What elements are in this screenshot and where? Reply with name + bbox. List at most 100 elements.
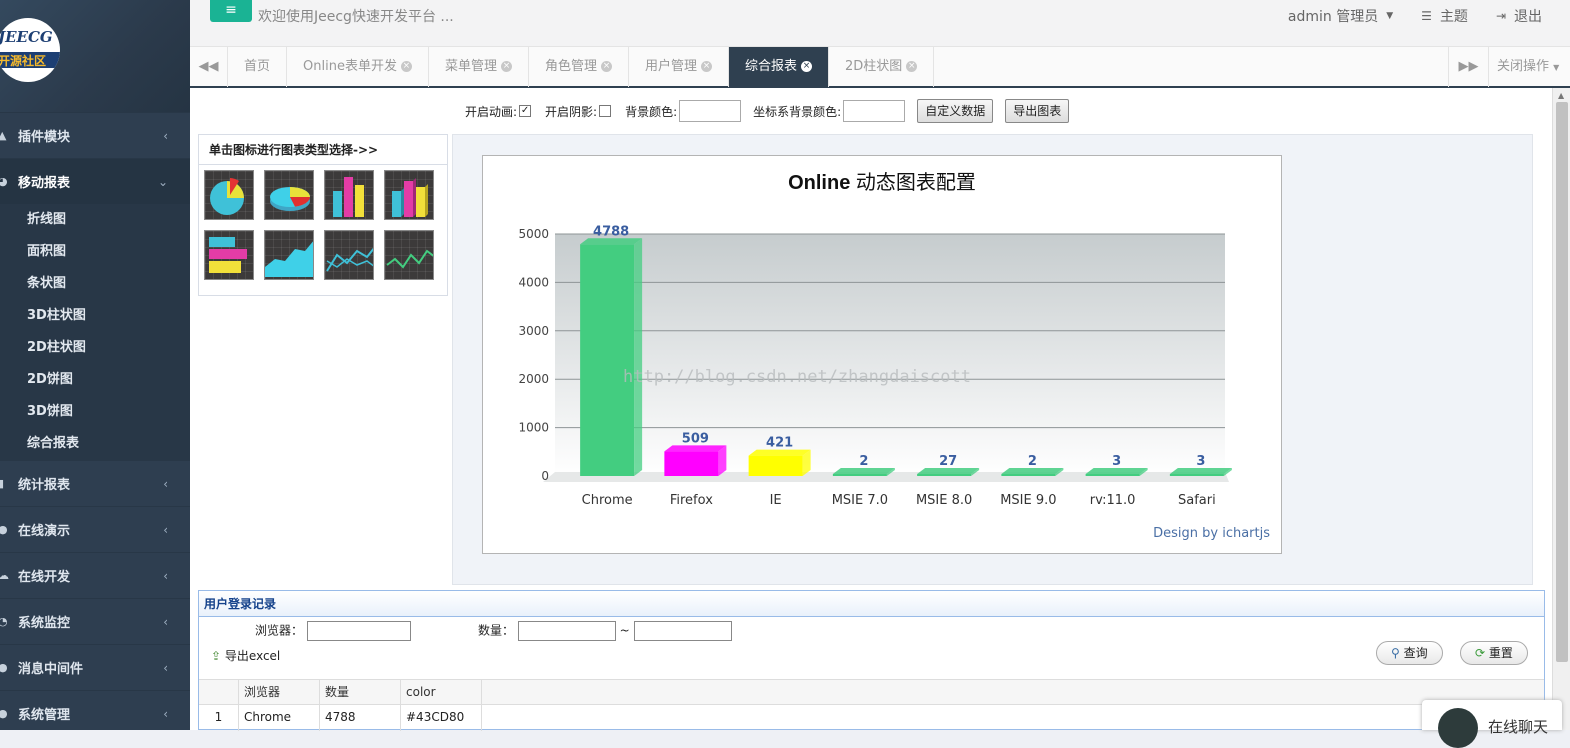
menu-toggle-button[interactable]: ≡ <box>210 0 252 22</box>
tab-scroll-left-button[interactable]: ◀◀ <box>190 47 228 87</box>
sidebar-group-plugins[interactable]: ▲ 插件模块 ‹ <box>0 112 190 158</box>
y-tick-label: 2000 <box>518 372 549 386</box>
query-button[interactable]: ⚲ 查询 <box>1376 641 1443 665</box>
sidebar-group-mobile-reports[interactable]: ◕ 移动报表 ⌄ <box>0 158 190 204</box>
close-operations-menu[interactable]: 关闭操作 ▼ <box>1488 47 1570 87</box>
column-header-browser[interactable]: 浏览器 <box>239 680 320 704</box>
sidebar-item-bar-chart[interactable]: 条状图 <box>0 268 190 300</box>
sidebar-group-stat-reports[interactable]: ▮ 统计报表 ‹ <box>0 460 190 506</box>
login-records-grid: 用户登录记录 浏览器： 数量： ~ ⇪ 导出excel ⚲ 查询 ⟳ 重置 浏览… <box>198 590 1545 731</box>
sidebar: JEECG 开源社区 ▲ 插件模块 ‹ ◕ 移动报表 ⌄ 折线图 面积图 条状图… <box>0 0 190 730</box>
user-menu-label: admin 管理员 <box>1287 9 1379 25</box>
count-filter-label: 数量： <box>478 623 515 638</box>
y-tick-label: 5000 <box>518 227 549 241</box>
sidebar-group-online-demo[interactable]: ● 在线演示 ‹ <box>0 506 190 552</box>
bar <box>664 451 719 476</box>
export-chart-button[interactable]: 导出图表 <box>1005 99 1070 123</box>
line-chart-icon[interactable] <box>324 230 374 280</box>
online-chat-widget[interactable]: 在线聊天 <box>1422 700 1562 748</box>
shadow-label: 开启阴影: <box>545 104 598 119</box>
chart-title: Online 动态图表配置 <box>788 171 976 194</box>
scrollbar-thumb[interactable] <box>1556 102 1568 662</box>
custom-data-button[interactable]: 自定义数据 <box>917 99 994 123</box>
bar <box>917 474 972 476</box>
logout-button[interactable]: ⇥ 退出 <box>1496 6 1542 26</box>
chart-credit: Design by ichartjs <box>1153 526 1270 541</box>
sidebar-item-line-chart[interactable]: 折线图 <box>0 204 190 236</box>
sidebar-item-3d-pie[interactable]: 3D饼图 <box>0 396 190 428</box>
chevron-left-icon: ‹ <box>163 522 168 537</box>
tab-item[interactable]: 首页 <box>228 47 288 87</box>
browser-filter-input[interactable] <box>306 621 411 641</box>
sidebar-item-area-chart[interactable]: 面积图 <box>0 236 190 268</box>
column-chart-icon[interactable] <box>324 170 374 220</box>
sidebar-group-label: 系统监控 <box>18 616 71 631</box>
chevron-left-icon: ‹ <box>163 706 168 721</box>
column-header-count[interactable]: 数量 <box>320 680 401 704</box>
close-tab-icon[interactable]: × <box>400 61 412 72</box>
animation-checkbox[interactable]: ✓ <box>519 105 532 117</box>
tab-item[interactable]: 菜单管理 × <box>429 47 529 87</box>
vertical-scrollbar[interactable]: ▲ <box>1552 88 1570 730</box>
count-max-input[interactable] <box>633 621 732 641</box>
bar-chart-icon[interactable] <box>204 230 254 280</box>
tab-item[interactable]: 综合报表 × <box>729 47 830 87</box>
sidebar-group-label: 系统管理 <box>18 708 71 723</box>
3d-pie-chart-icon[interactable] <box>264 170 314 220</box>
column-header-color[interactable]: color <box>401 680 482 704</box>
chevron-down-icon: ⌄ <box>157 174 168 189</box>
close-tab-icon[interactable]: × <box>600 61 612 72</box>
tab-scroll-right-button[interactable]: ▶▶ <box>1448 47 1488 87</box>
close-tab-icon[interactable]: × <box>801 61 813 72</box>
bar-chart-icon: ▮ <box>0 477 5 490</box>
axis-bg-color-input[interactable] <box>843 100 906 122</box>
logout-icon: ⇥ <box>1495 9 1506 23</box>
settings-icon: ● <box>0 707 8 720</box>
bg-color-input[interactable] <box>679 100 742 122</box>
tab-item[interactable]: 2D柱状图 × <box>829 47 935 87</box>
pie-chart-icon[interactable] <box>204 170 254 220</box>
theme-button[interactable]: ☰ 主题 <box>1421 6 1468 26</box>
table-row[interactable]: 1 Chrome 4788 #43CD80 <box>199 705 1544 731</box>
y-tick-label: 3000 <box>518 324 549 338</box>
logo: JEECG 开源社区 <box>0 18 60 82</box>
export-excel-button[interactable]: ⇪ 导出excel <box>211 647 280 664</box>
count-min-input[interactable] <box>517 621 616 641</box>
sidebar-item-2d-pie[interactable]: 2D饼图 <box>0 364 190 396</box>
chart-type-picker: 单击图标进行图表类型选择->> <box>198 134 448 296</box>
close-tab-icon[interactable]: × <box>906 61 918 72</box>
area-chart-icon[interactable] <box>264 230 314 280</box>
sidebar-group-message[interactable]: ● 消息中间件 ‹ <box>0 644 190 690</box>
spline-chart-icon[interactable] <box>384 230 434 280</box>
x-tick-label: Chrome <box>582 493 633 508</box>
animation-label: 开启动画: <box>465 104 518 119</box>
sidebar-item-3d-column[interactable]: 3D柱状图 <box>0 300 190 332</box>
tab-item[interactable]: Online表单开发 × <box>287 47 429 87</box>
sidebar-group-label: 在线开发 <box>18 570 71 585</box>
sidebar-submenu: 折线图 面积图 条状图 3D柱状图 2D柱状图 2D饼图 3D饼图 综合报表 <box>0 204 190 460</box>
user-menu[interactable]: admin 管理员 ▼ <box>1288 6 1393 26</box>
y-tick-label: 0 <box>541 469 549 483</box>
chat-avatar <box>1438 708 1478 748</box>
topbar-actions: admin 管理员 ▼ ☰ 主题 ⇥ 退出 <box>1288 6 1542 26</box>
reset-button[interactable]: ⟳ 重置 <box>1460 641 1528 665</box>
tab-label: 2D柱状图 <box>845 59 903 74</box>
chart-type-picker-title: 单击图标进行图表类型选择->> <box>199 135 447 165</box>
sidebar-item-2d-column[interactable]: 2D柱状图 <box>0 332 190 364</box>
close-tab-icon[interactable]: × <box>701 61 712 72</box>
3d-column-chart-icon[interactable] <box>384 170 434 220</box>
sidebar-group-system[interactable]: ● 系统管理 ‹ <box>0 690 190 730</box>
tab-item[interactable]: 角色管理 × <box>529 47 629 87</box>
scroll-up-icon: ▲ <box>1558 91 1565 100</box>
chart-area: Online 动态图表配置 0 1000 2000 3000 4000 5000 4788 Ch… <box>452 134 1533 585</box>
sidebar-group-monitor[interactable]: ◔ 系统监控 ‹ <box>0 598 190 644</box>
close-tab-icon[interactable]: × <box>500 61 512 72</box>
sidebar-group-label: 消息中间件 <box>18 662 84 677</box>
sidebar-group-online-dev[interactable]: ☁ 在线开发 ‹ <box>0 552 190 598</box>
tab-item[interactable]: 用户管理 × <box>629 47 729 87</box>
sidebar-item-combined-report[interactable]: 综合报表 <box>0 428 190 460</box>
shadow-checkbox[interactable] <box>599 105 612 117</box>
grid-header: 浏览器 数量 color <box>199 679 1544 705</box>
browser-filter: 浏览器： <box>255 621 411 641</box>
bar <box>1169 474 1224 476</box>
